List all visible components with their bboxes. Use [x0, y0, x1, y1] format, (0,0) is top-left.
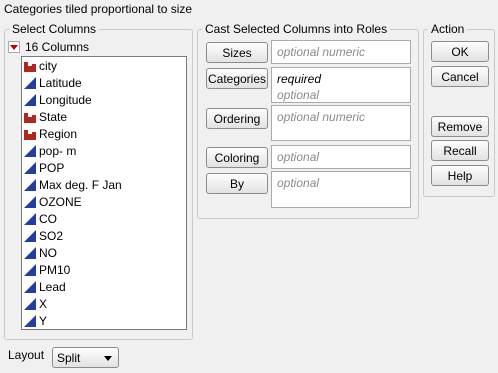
column-name: Longitude	[39, 92, 92, 107]
column-list-item[interactable]: pop- m	[22, 142, 186, 159]
cast-roles-legend: Cast Selected Columns into Roles	[205, 22, 388, 36]
nominal-column-icon	[24, 112, 36, 123]
column-list-item[interactable]: city	[22, 57, 186, 74]
continuous-column-icon	[24, 263, 36, 276]
column-list-item[interactable]: CO	[22, 210, 186, 227]
nominal-column-icon	[24, 129, 36, 140]
continuous-column-icon	[24, 178, 36, 191]
column-name: PM10	[39, 262, 71, 277]
continuous-column-icon	[24, 144, 36, 157]
column-name: CO	[39, 211, 57, 226]
recall-button[interactable]: Recall	[431, 140, 489, 161]
column-name: Lead	[39, 279, 66, 294]
by-role-box[interactable]: optional	[271, 171, 411, 208]
continuous-column-icon	[24, 246, 36, 259]
column-name: POP	[39, 160, 65, 175]
cancel-button[interactable]: Cancel	[431, 66, 489, 87]
dropdown-arrow-icon	[104, 356, 112, 361]
column-name: SO2	[39, 228, 64, 243]
column-name: X	[39, 296, 48, 311]
categories-role-hint: optional	[277, 88, 320, 102]
column-name: Latitude	[39, 75, 82, 90]
column-list-item[interactable]: Latitude	[22, 74, 186, 91]
column-list-item[interactable]: PM10	[22, 261, 186, 278]
nominal-column-icon	[24, 61, 36, 72]
layout-select[interactable]: Split	[52, 347, 119, 368]
collapse-triangle-icon[interactable]	[8, 41, 20, 53]
column-list-item[interactable]: State	[22, 108, 186, 125]
column-name: Region	[39, 126, 78, 141]
ok-button[interactable]: OK	[431, 41, 489, 62]
help-button[interactable]: Help	[431, 165, 489, 186]
layout-select-value: Split	[57, 350, 81, 365]
layout-label: Layout	[8, 348, 45, 362]
column-name: Y	[39, 313, 48, 328]
column-name: pop- m	[39, 143, 77, 158]
ordering-role-box[interactable]: optional numeric	[271, 105, 411, 141]
window-title: Categories tiled proportional to size	[4, 2, 193, 16]
sizes-role-hint: optional numeric	[277, 45, 366, 59]
column-list-item[interactable]: Region	[22, 125, 186, 142]
column-count-label: 16 Columns	[25, 40, 90, 54]
column-list-item[interactable]: Longitude	[22, 91, 186, 108]
action-legend: Action	[431, 22, 465, 36]
column-list-item[interactable]: SO2	[22, 227, 186, 244]
categories-role-button[interactable]: Categories	[206, 68, 268, 89]
column-list-item[interactable]: OZONE	[22, 193, 186, 210]
continuous-column-icon	[24, 212, 36, 225]
continuous-column-icon	[24, 229, 36, 242]
column-name: city	[39, 58, 57, 73]
column-list-item[interactable]: X	[22, 295, 186, 312]
continuous-column-icon	[24, 297, 36, 310]
continuous-column-icon	[24, 76, 36, 89]
continuous-column-icon	[24, 93, 36, 106]
remove-button[interactable]: Remove	[431, 116, 489, 137]
ordering-role-hint: optional numeric	[277, 110, 366, 124]
coloring-role-hint: optional	[277, 150, 320, 164]
column-name: Max deg. F Jan	[39, 177, 122, 192]
sizes-role-box[interactable]: optional numeric	[271, 40, 411, 64]
column-list-item[interactable]: Y	[22, 312, 186, 329]
select-columns-legend: Select Columns	[12, 22, 97, 36]
categories-role-required: required	[277, 72, 322, 86]
continuous-column-icon	[24, 280, 36, 293]
column-list-item[interactable]: Lead	[22, 278, 186, 295]
column-name: NO	[39, 245, 57, 260]
sizes-role-button[interactable]: Sizes	[206, 42, 268, 63]
continuous-column-icon	[24, 161, 36, 174]
column-list-item[interactable]: POP	[22, 159, 186, 176]
categories-role-box[interactable]: required optional	[271, 67, 411, 103]
column-name: State	[39, 109, 68, 124]
column-list-item[interactable]: NO	[22, 244, 186, 261]
coloring-role-button[interactable]: Coloring	[206, 147, 268, 168]
by-role-button[interactable]: By	[206, 173, 268, 194]
column-name: OZONE	[39, 194, 82, 209]
column-list-item[interactable]: Max deg. F Jan	[22, 176, 186, 193]
ordering-role-button[interactable]: Ordering	[206, 108, 268, 129]
by-role-hint: optional	[277, 176, 320, 190]
continuous-column-icon	[24, 314, 36, 327]
column-count-header: 16 Columns	[8, 40, 89, 54]
coloring-role-box[interactable]: optional	[271, 145, 411, 169]
column-list[interactable]: city Latitude Longitude State Region pop- m PO…	[21, 56, 187, 330]
continuous-column-icon	[24, 195, 36, 208]
